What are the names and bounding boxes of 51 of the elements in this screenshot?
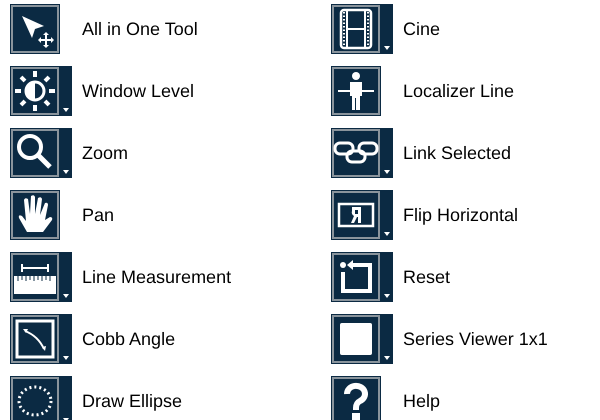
tool-label: Draw Ellipse bbox=[82, 390, 182, 412]
dropdown-icon[interactable] bbox=[63, 294, 69, 298]
dropdown-icon[interactable] bbox=[384, 170, 390, 174]
tool-label: Line Measurement bbox=[82, 266, 232, 288]
tool-button[interactable] bbox=[331, 66, 381, 116]
hand-icon bbox=[18, 195, 52, 232]
tool-label: Flip Horizontal bbox=[403, 204, 518, 226]
help-icon bbox=[344, 382, 368, 420]
tool-label: Pan bbox=[82, 204, 114, 226]
tool-button[interactable] bbox=[10, 128, 72, 178]
dropdown-icon[interactable] bbox=[384, 294, 390, 298]
angle-icon bbox=[16, 320, 54, 358]
tool-button[interactable] bbox=[331, 190, 393, 240]
tool-button[interactable] bbox=[331, 252, 393, 302]
tool-label: Zoom bbox=[82, 142, 128, 164]
dropdown-icon[interactable] bbox=[384, 46, 390, 50]
tool-label: Localizer Line bbox=[403, 80, 514, 102]
chain-icon bbox=[334, 142, 378, 164]
tool-button[interactable] bbox=[331, 128, 393, 178]
tool-label: Reset bbox=[403, 266, 450, 288]
tool-button[interactable] bbox=[10, 4, 60, 54]
tool-label: All in One Tool bbox=[82, 18, 198, 40]
tool-button[interactable] bbox=[331, 4, 393, 54]
tool-button[interactable] bbox=[10, 314, 72, 364]
tool-label: Link Selected bbox=[403, 142, 512, 164]
square-icon bbox=[340, 323, 372, 355]
tool-button[interactable] bbox=[10, 376, 72, 420]
tool-button[interactable] bbox=[10, 66, 72, 116]
brightness-icon bbox=[13, 69, 57, 113]
search-icon bbox=[17, 134, 52, 169]
dropdown-icon[interactable] bbox=[63, 108, 69, 112]
ellipse-icon bbox=[18, 386, 52, 416]
tool-label: Series Viewer 1x1 bbox=[403, 328, 548, 350]
tool-button[interactable] bbox=[10, 190, 60, 240]
film-icon bbox=[340, 8, 372, 50]
tool-label: Help bbox=[403, 390, 440, 412]
tool-button[interactable] bbox=[331, 314, 393, 364]
ruler-icon bbox=[14, 263, 56, 294]
flip-icon bbox=[338, 202, 374, 228]
return-arrow-icon bbox=[340, 260, 372, 293]
tool-label: Window Level bbox=[82, 80, 194, 102]
tool-label: Cine bbox=[403, 18, 440, 40]
dropdown-icon[interactable] bbox=[63, 356, 69, 360]
dropdown-icon[interactable] bbox=[384, 356, 390, 360]
pointer-icon bbox=[22, 16, 54, 48]
person-icon bbox=[338, 72, 374, 110]
dropdown-icon[interactable] bbox=[63, 170, 69, 174]
tool-button[interactable] bbox=[10, 252, 72, 302]
dropdown-icon[interactable] bbox=[384, 232, 390, 236]
tool-button[interactable] bbox=[331, 376, 381, 420]
tool-label: Cobb Angle bbox=[82, 328, 176, 350]
